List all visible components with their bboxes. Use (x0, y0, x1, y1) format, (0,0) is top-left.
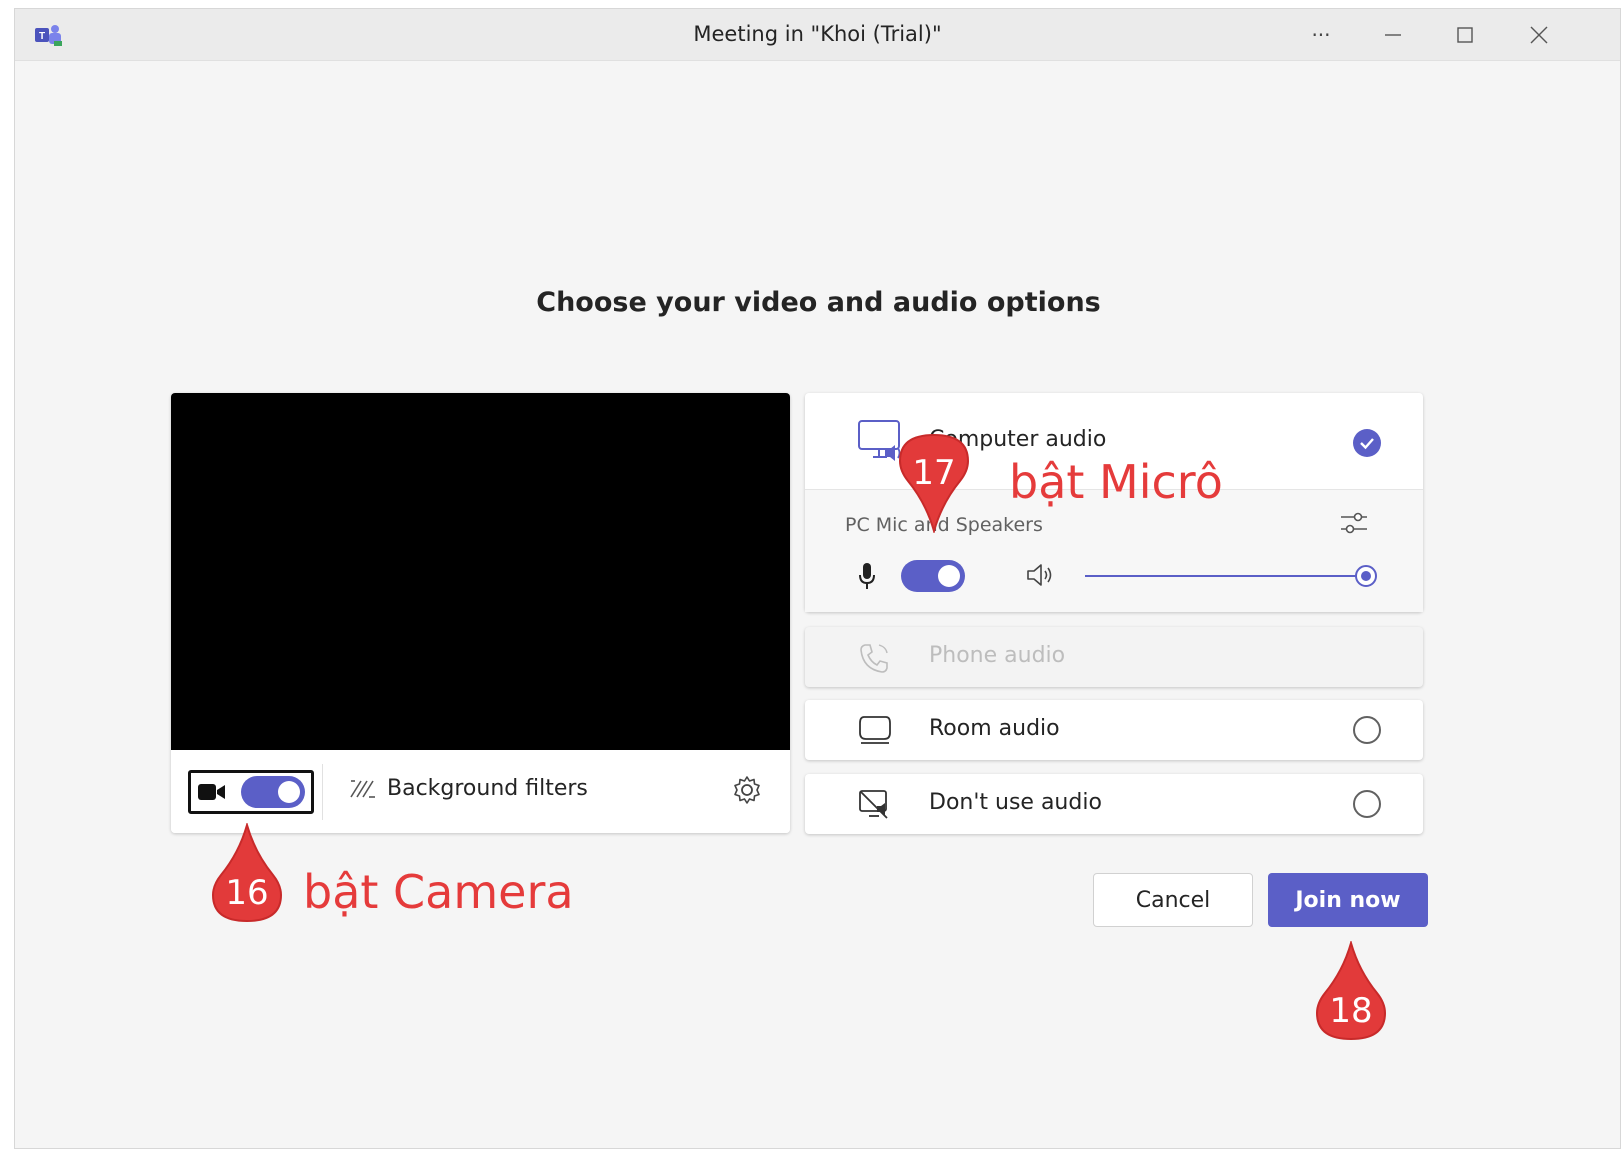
close-icon (1530, 26, 1548, 44)
audio-settings-icon[interactable] (1339, 508, 1369, 538)
close-button[interactable] (1517, 17, 1561, 53)
microphone-toggle[interactable] (901, 560, 965, 592)
join-now-button[interactable]: Join now (1268, 873, 1428, 927)
maximize-button[interactable] (1443, 17, 1487, 53)
no-audio-icon (859, 790, 888, 819)
annotation-number-17: 17 (912, 453, 956, 493)
phone-icon (860, 644, 888, 673)
phone-audio-option: Phone audio (805, 627, 1423, 687)
camera-toggle[interactable] (241, 776, 305, 808)
microphone-icon (859, 563, 875, 589)
device-settings-icon[interactable] (731, 774, 763, 806)
video-controls-bar: Background filters (171, 750, 790, 833)
minimize-button[interactable] (1371, 17, 1415, 53)
annotation-marker-18: 18 (1315, 939, 1387, 1041)
room-audio-option[interactable]: Room audio (805, 700, 1423, 760)
cancel-button[interactable]: Cancel (1093, 873, 1253, 927)
page-heading: Choose your video and audio options (536, 287, 1101, 318)
more-options-button[interactable]: ··· (1299, 17, 1343, 53)
selected-check-icon (1353, 429, 1381, 457)
background-filters-label: Background filters (387, 776, 588, 801)
annotation-text-micro: bật Micrô (1009, 455, 1223, 509)
no-audio-label: Don't use audio (929, 790, 1102, 815)
background-filters-button[interactable]: Background filters (349, 776, 588, 801)
no-audio-radio[interactable] (1353, 790, 1381, 818)
room-audio-radio[interactable] (1353, 716, 1381, 744)
speaker-volume-icon (1027, 564, 1052, 586)
more-icon: ··· (1311, 23, 1331, 47)
no-audio-option[interactable]: Don't use audio (805, 774, 1423, 834)
divider (322, 764, 323, 820)
title-bar: T Meeting in "Khoi (Trial)" ··· (15, 9, 1620, 61)
room-device-icon (859, 716, 891, 744)
volume-slider-track[interactable] (1085, 575, 1367, 577)
camera-icon (198, 784, 225, 800)
minimize-icon (1385, 34, 1401, 36)
background-filters-icon (350, 779, 375, 798)
video-preview-card: Background filters (171, 393, 790, 833)
phone-audio-label: Phone audio (929, 643, 1066, 668)
volume-slider-thumb[interactable] (1355, 565, 1377, 587)
meeting-window: T Meeting in "Khoi (Trial)" ··· Choose y… (14, 8, 1621, 1149)
annotation-text-camera: bật Camera (303, 865, 574, 919)
annotation-marker-16: 16 (211, 821, 283, 923)
camera-toggle-group (188, 770, 314, 814)
maximize-icon (1457, 27, 1473, 43)
video-preview (171, 393, 790, 750)
room-audio-label: Room audio (929, 716, 1060, 741)
